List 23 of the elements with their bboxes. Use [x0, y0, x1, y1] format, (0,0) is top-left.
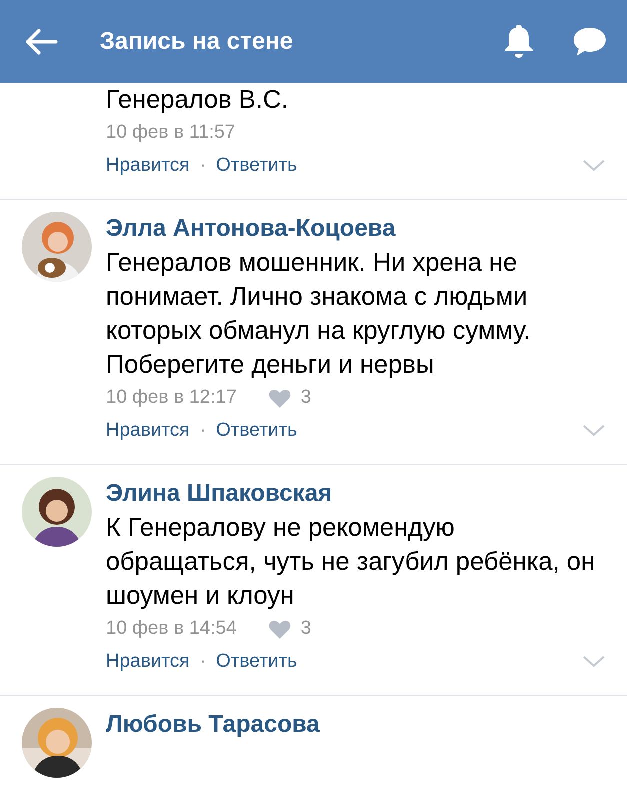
separator-dot: · [200, 419, 206, 443]
reply-link[interactable]: Ответить [216, 416, 298, 446]
like-link[interactable]: Нравится [106, 151, 190, 181]
author-name[interactable]: Элла Антонова-Коцоева [106, 212, 605, 246]
comment-text: Генералов В.С. [106, 85, 290, 116]
like-count: 3 [300, 617, 312, 641]
page-title: Запись на стене [100, 28, 294, 56]
reply-link[interactable]: Ответить [216, 151, 298, 181]
comment-text: Генералов мошенник. Ни хрена не понимает. Лично знакома с людьми которых обманул на круглую сумму. Поберегите деньги и нервы [106, 248, 532, 381]
author-name[interactable]: Элина Шпаковская [106, 477, 605, 511]
comment-date: 10 фев в 14:54 [106, 617, 237, 641]
separator-dot: · [200, 650, 206, 674]
comment-date: 10 фев в 12:17 [106, 386, 237, 410]
separator-dot: · [200, 154, 206, 178]
author-name[interactable]: Любовь Тарасова [106, 708, 605, 742]
reply-link[interactable]: Ответить [216, 647, 298, 677]
like-link[interactable]: Нравится [106, 647, 190, 677]
like-link[interactable]: Нравится [106, 416, 190, 446]
like-count: 3 [300, 386, 312, 410]
comment-text: К Генералову не рекомендую обращаться, чуть не загубил ребёнка, он шоумен и клоун [106, 513, 596, 612]
comment-date: 10 фев в 11:57 [106, 121, 236, 145]
back-arrow-icon[interactable] [24, 28, 58, 56]
bell-icon[interactable] [503, 24, 535, 60]
